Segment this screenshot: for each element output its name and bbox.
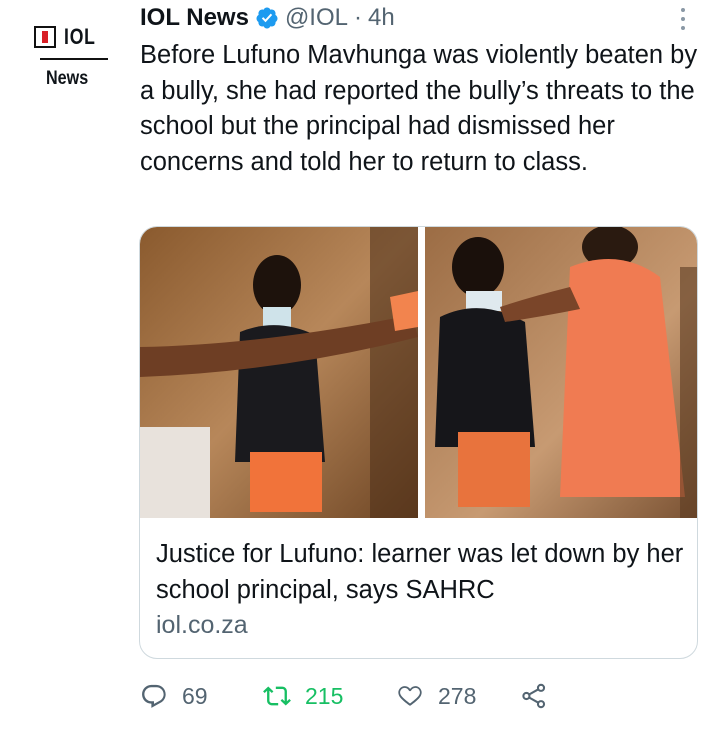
display-name[interactable]: IOL News bbox=[140, 4, 249, 32]
like-count: 278 bbox=[438, 682, 477, 709]
card-image bbox=[140, 227, 697, 518]
separator: · bbox=[353, 4, 362, 31]
reply-count: 69 bbox=[182, 682, 208, 709]
card-domain: iol.co.za bbox=[156, 611, 248, 639]
timestamp[interactable]: 4h bbox=[368, 4, 395, 32]
like-button[interactable]: 278 bbox=[396, 676, 476, 716]
reply-button[interactable]: 69 bbox=[140, 676, 208, 716]
card-title: Justice for Lufuno: learner was let down… bbox=[156, 540, 684, 604]
share-button[interactable] bbox=[520, 676, 548, 716]
logo-divider bbox=[40, 58, 108, 60]
tweet-actions: 69 215 278 bbox=[140, 676, 700, 716]
avatar[interactable]: IOL News bbox=[26, 14, 116, 98]
tweet[interactable]: IOL News IOL News @IOL · 4h Before Lufun… bbox=[0, 0, 720, 733]
retweet-count: 215 bbox=[305, 682, 344, 709]
like-icon bbox=[398, 686, 422, 706]
iol-logo: IOL bbox=[34, 24, 104, 50]
logo-mark-icon bbox=[34, 26, 56, 48]
handle[interactable]: @IOL bbox=[285, 4, 348, 32]
retweet-icon bbox=[263, 686, 291, 706]
more-icon[interactable] bbox=[672, 4, 694, 34]
retweet-button[interactable]: 215 bbox=[263, 676, 343, 716]
share-icon bbox=[522, 683, 546, 709]
verified-badge-icon bbox=[256, 7, 278, 29]
reply-icon bbox=[142, 684, 166, 708]
tweet-header: IOL News @IOL · 4h bbox=[140, 2, 395, 34]
logo-text: IOL bbox=[64, 24, 96, 49]
logo-subtext: News bbox=[46, 68, 89, 89]
link-card[interactable]: Justice for Lufuno: learner was let down… bbox=[139, 226, 698, 659]
tweet-text: Before Lufuno Mavhunga was violently bea… bbox=[140, 41, 698, 177]
